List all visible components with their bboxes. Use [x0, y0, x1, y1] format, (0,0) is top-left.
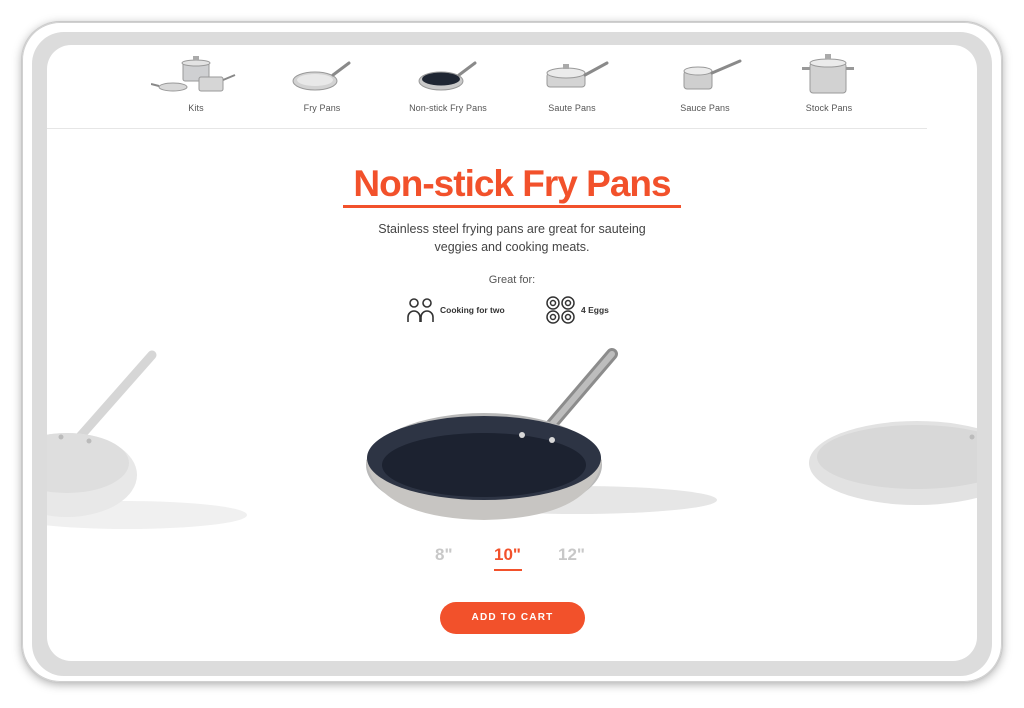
cookware-kit-icon [151, 56, 236, 92]
category-nav: Kits Fry Pans Non-stick Fry Pans Saute P… [47, 45, 927, 129]
selected-size-underline [494, 569, 522, 571]
nav-label-stock-pans: Stock Pans [805, 103, 853, 113]
nav-item-sauce-pans[interactable]: Sauce Pans [645, 51, 765, 121]
feature-cooking-for-two: Cooking for two [407, 295, 505, 325]
nav-item-non-stick-fry-pans[interactable]: Non-stick Fry Pans [388, 51, 508, 121]
saute-pan-icon [546, 61, 609, 88]
previous-pan-image[interactable] [47, 345, 247, 535]
size-option-12[interactable]: 12" [558, 545, 585, 565]
page-title: Non-stick Fry Pans [353, 163, 671, 204]
nav-item-saute-pans[interactable]: Saute Pans [512, 51, 632, 121]
feature-label: Cooking for two [440, 305, 505, 315]
non-stick-fry-pan-icon [418, 61, 477, 91]
nav-label-fry-pans: Fry Pans [303, 103, 341, 113]
feature-label: 4 Eggs [581, 305, 609, 315]
nav-label-saute-pans: Saute Pans [548, 103, 596, 113]
product-description: Stainless steel frying pans are great fo… [378, 222, 646, 254]
stock-pan-icon [802, 54, 854, 94]
next-pan-image[interactable] [807, 405, 977, 535]
screen: Kits Fry Pans Non-stick Fry Pans Saute P… [47, 45, 977, 661]
add-to-cart-button[interactable]: ADD TO CART [440, 602, 585, 634]
nav-label-sauce-pans: Sauce Pans [680, 103, 730, 113]
nav-label-non-stick-fry-pans: Non-stick Fry Pans [409, 103, 487, 113]
main-pan-image [366, 348, 717, 520]
great-for-label: Great for: [488, 274, 536, 286]
sauce-pan-icon [683, 59, 742, 90]
title-underline [343, 205, 681, 208]
nav-item-kits[interactable]: Kits [136, 51, 256, 121]
eggs-icon [546, 296, 575, 324]
size-option-8[interactable]: 8" [435, 545, 453, 565]
feature-4-eggs: 4 Eggs [546, 295, 609, 325]
nav-item-stock-pans[interactable]: Stock Pans [769, 51, 889, 121]
fry-pan-icon [292, 61, 351, 91]
nav-label-kits: Kits [188, 103, 204, 113]
size-selector: 8" 10" 12" [427, 545, 597, 571]
nav-item-fry-pans[interactable]: Fry Pans [262, 51, 382, 121]
size-option-10[interactable]: 10" [494, 545, 521, 565]
two-people-icon [407, 298, 434, 322]
